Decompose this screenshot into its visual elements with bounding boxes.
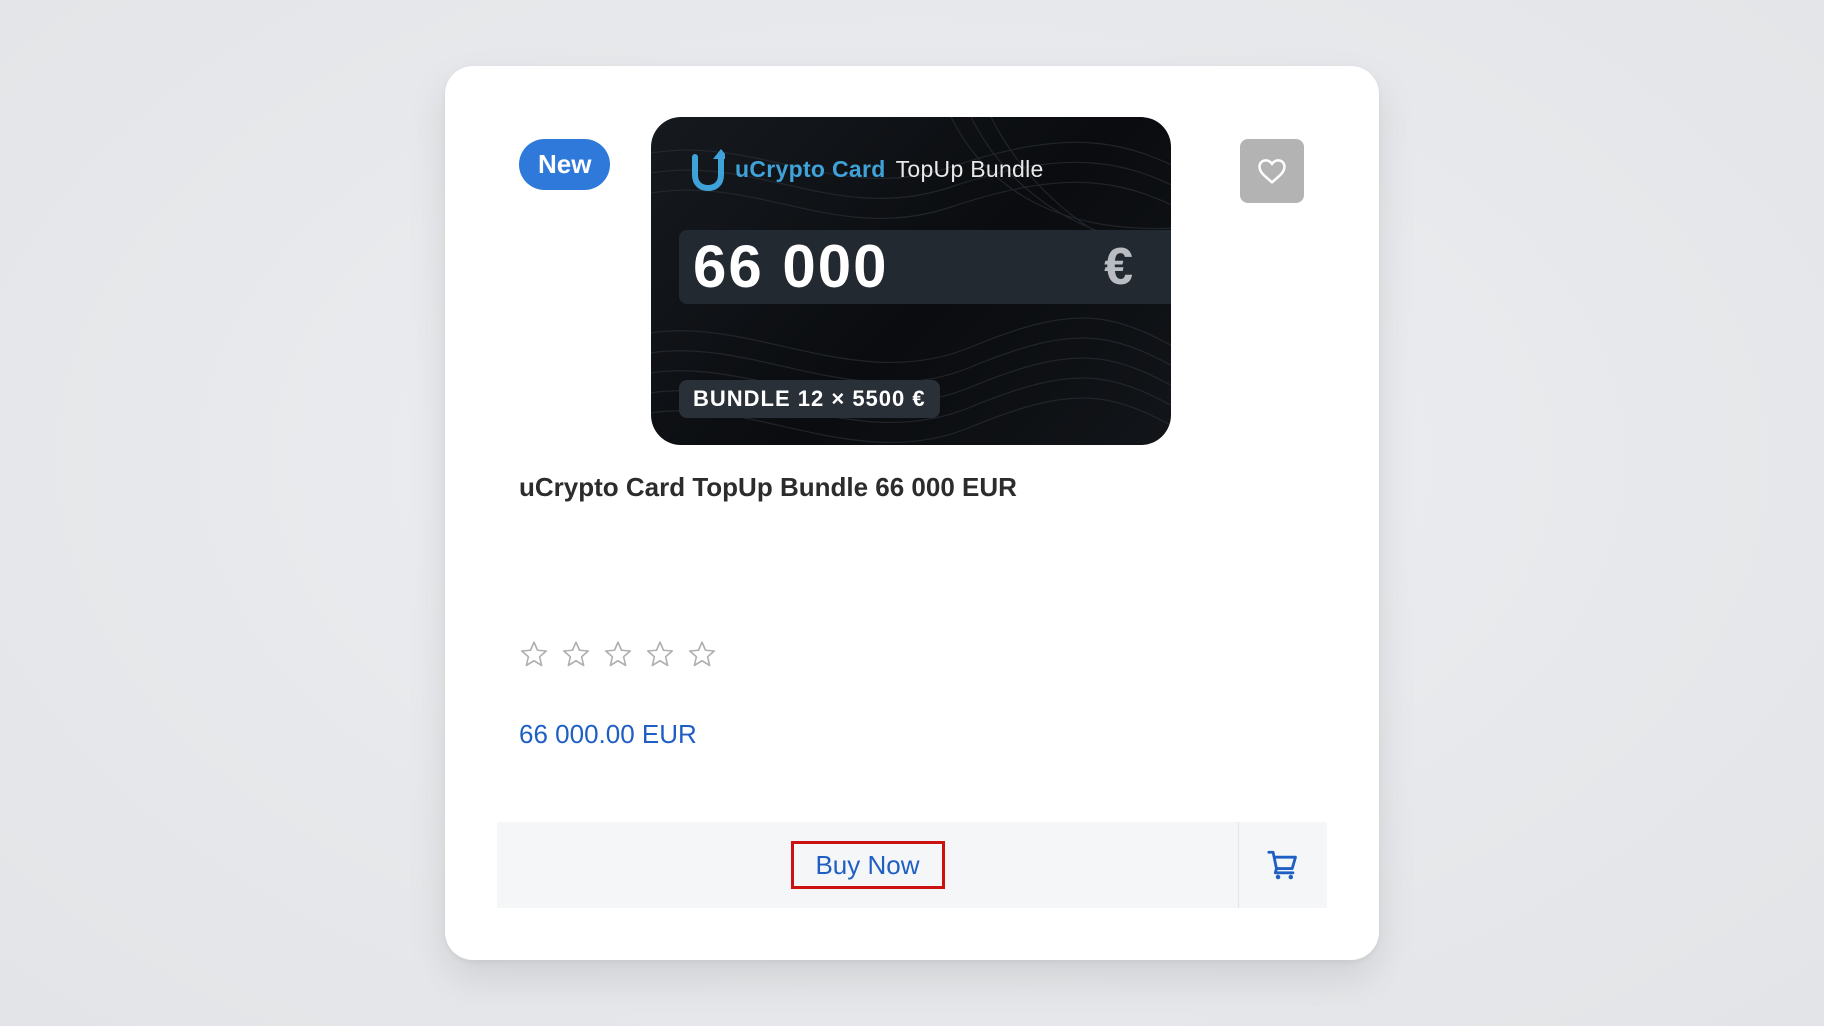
heart-icon <box>1258 159 1286 184</box>
product-price: 66 000.00 EUR <box>519 719 697 749</box>
add-to-cart-button[interactable] <box>1239 822 1327 908</box>
card-brand: uCrypto Card TopUp Bundle <box>691 147 1044 191</box>
bundle-label: BUNDLE 12 × 5500 € <box>679 380 940 418</box>
star-rating[interactable] <box>519 639 717 669</box>
star-icon[interactable] <box>519 639 549 669</box>
ucrypto-logo-icon <box>692 149 725 191</box>
wishlist-button[interactable] <box>1240 139 1304 203</box>
buy-area: Buy Now <box>497 822 1238 908</box>
star-icon[interactable] <box>603 639 633 669</box>
amount-bar: 66 000 € <box>679 230 1171 304</box>
new-badge: New <box>519 139 611 190</box>
star-icon[interactable] <box>687 639 717 669</box>
cart-icon <box>1267 850 1297 880</box>
buy-now-button[interactable]: Buy Now <box>790 841 945 889</box>
product-card: New uCrypto Card TopUp Bundle 66 000 € B… <box>445 66 1379 960</box>
amount-currency: € <box>1104 238 1133 296</box>
brand-accent-text: uCrypto Card <box>735 155 886 182</box>
brand-rest-text: TopUp Bundle <box>895 155 1044 182</box>
action-bar: Buy Now <box>497 822 1327 908</box>
star-icon[interactable] <box>561 639 591 669</box>
star-icon[interactable] <box>645 639 675 669</box>
product-image[interactable]: uCrypto Card TopUp Bundle 66 000 € BUNDL… <box>651 117 1171 445</box>
product-title[interactable]: uCrypto Card TopUp Bundle 66 000 EUR <box>519 472 1017 503</box>
amount-value: 66 000 <box>693 233 889 300</box>
